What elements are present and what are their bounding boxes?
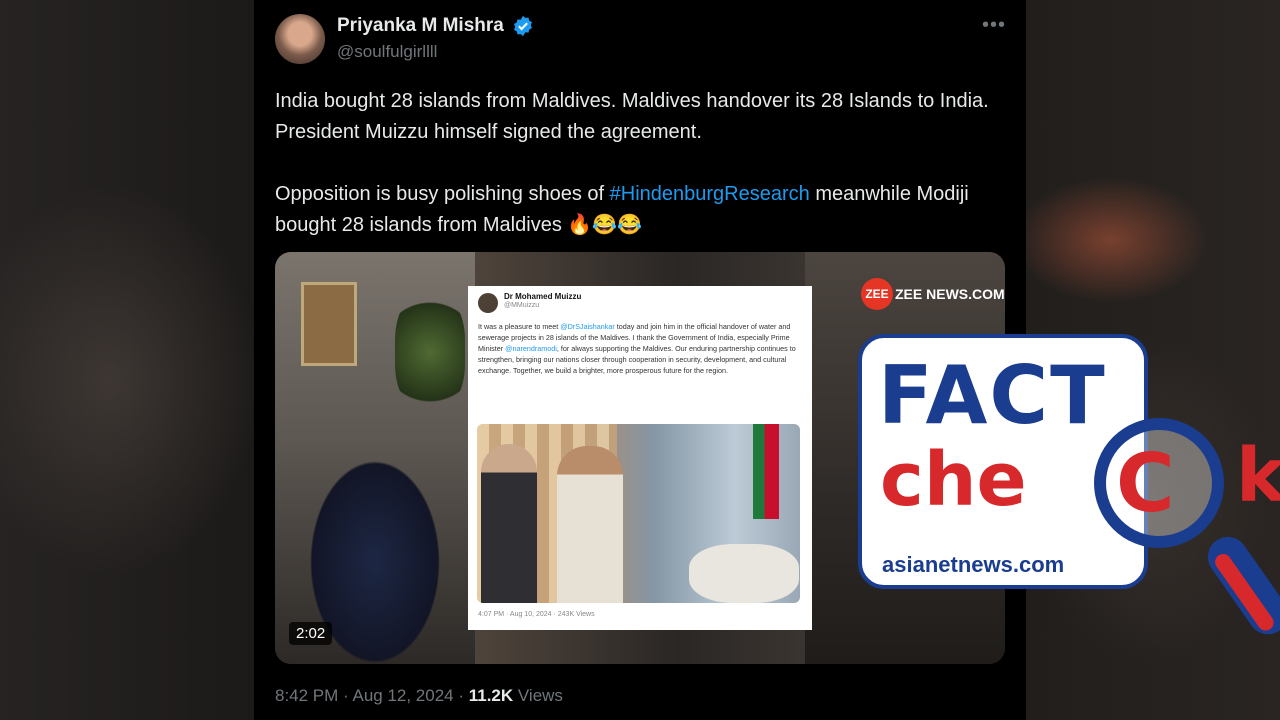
check-word: che <box>880 437 1027 523</box>
asianet-brand: asianetnews.com <box>882 552 1065 577</box>
hashtag-link[interactable]: #HindenburgResearch <box>610 183 810 205</box>
tweet-text-part: Opposition is busy polishing shoes of <box>275 183 610 205</box>
photo-table <box>689 544 799 603</box>
verified-badge-icon <box>514 15 532 37</box>
tweet-timestamp[interactable]: 8:42 PM · Aug 12, 2024 · 11.2K Views <box>275 686 563 706</box>
tweet-text: India bought 28 islands from Maldives. M… <box>275 86 1015 241</box>
photo-person <box>481 444 537 603</box>
embedded-text-part: It was a pleasure to meet <box>478 322 561 331</box>
embedded-tweet-screenshot: Dr Mohamed Muizzu @MMuizzu It was a plea… <box>468 286 812 630</box>
video-scene-painting <box>301 282 357 366</box>
video-duration-badge: 2:02 <box>289 622 333 645</box>
views-count: 11.2K <box>468 686 514 705</box>
check-k-letter: k <box>1236 433 1280 519</box>
embedded-author-handle: @MMuizzu <box>504 302 540 309</box>
tweet-paragraph-2: Opposition is busy polishing shoes of #H… <box>275 179 1015 241</box>
embedded-mention: @narendramodi <box>505 344 557 353</box>
timestamp-text[interactable]: 8:42 PM · Aug 12, 2024 · <box>275 686 469 705</box>
views-label: Views <box>513 686 563 705</box>
photo-person <box>557 446 623 603</box>
author-name[interactable]: Priyanka M Mishra <box>337 15 504 37</box>
maldives-flag <box>753 424 779 519</box>
embedded-mention: @DrSJaishankar <box>560 322 615 331</box>
more-options-icon[interactable]: ••• <box>982 14 1006 37</box>
zee-news-logo: ZEE <box>861 278 893 310</box>
embedded-timestamp: 4:07 PM · Aug 10, 2024 · 243K Views <box>478 611 595 618</box>
embedded-author-name: Dr Mohamed Muizzu <box>504 292 582 301</box>
embedded-avatar <box>478 293 498 313</box>
fact-word: FACT <box>878 349 1107 442</box>
avatar[interactable] <box>275 14 325 64</box>
magnifier-letter: C <box>1116 437 1175 530</box>
tweet-paragraph-1: India bought 28 islands from Maldives. M… <box>275 90 989 143</box>
author-handle[interactable]: @soulfulgirllll <box>337 42 437 62</box>
embedded-tweet-text: It was a pleasure to meet @DrSJaishankar… <box>478 321 802 376</box>
embedded-photo <box>477 424 800 603</box>
zee-news-watermark: ZEE NEWS.COM <box>895 286 1005 302</box>
